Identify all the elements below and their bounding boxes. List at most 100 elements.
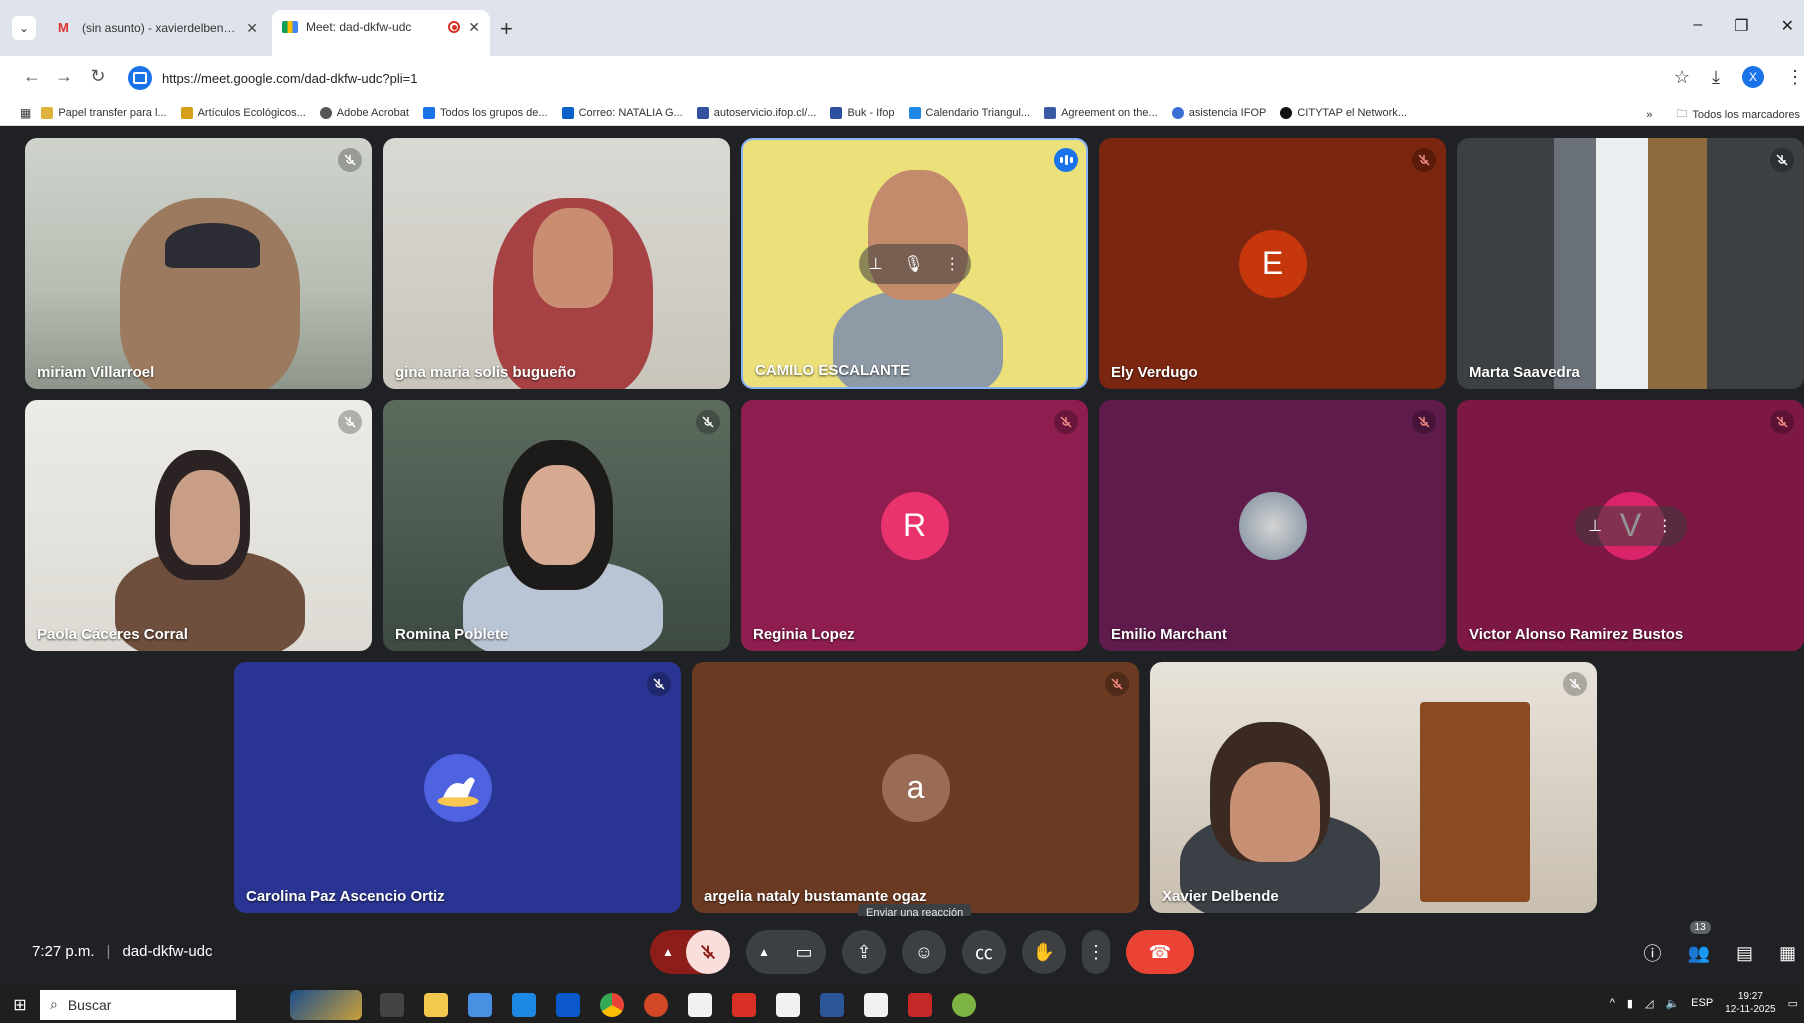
participant-tile[interactable]: Paola Cáceres Corral <box>25 400 372 651</box>
menu-dots-icon[interactable]: ⋮ <box>1786 67 1804 88</box>
participant-tile[interactable]: Emilio Marchant <box>1099 400 1446 651</box>
document-icon[interactable] <box>688 992 712 1017</box>
tab-gmail[interactable]: M (sin asunto) - xavierdelbende@ ✕ <box>48 12 268 44</box>
volume-icon[interactable]: 🔈 <box>1665 997 1679 1010</box>
forward-icon[interactable]: → <box>52 66 76 87</box>
document-icon[interactable] <box>864 992 888 1017</box>
bookmark[interactable]: Calendario Triangul... <box>908 106 1030 119</box>
speaking-indicator-icon <box>1054 148 1078 172</box>
participant-tile[interactable]: Carolina Paz Ascencio Ortiz <box>234 662 681 913</box>
bookmark[interactable]: Papel transfer para l... <box>41 106 167 119</box>
side-panel-controls: ⓘ 13 👥 ▤ ▦ <box>1644 920 1796 966</box>
participant-name: CAMILO ESCALANTE <box>755 362 910 379</box>
participant-tile[interactable]: V ⊥ ⋮ Victor Alonso Ramirez Bustos <box>1457 400 1804 651</box>
usb-icon[interactable]: ▮ <box>1627 997 1633 1010</box>
participant-name: Paola Cáceres Corral <box>37 626 188 643</box>
file-explorer-icon[interactable] <box>424 992 448 1017</box>
leave-call-button[interactable]: ☎ <box>1126 930 1194 974</box>
bookmark[interactable]: CITYTAP el Network... <box>1280 106 1407 119</box>
reload-icon[interactable]: ↻ <box>86 66 110 87</box>
raise-hand-button[interactable]: ✋ <box>1022 930 1066 974</box>
participant-tile[interactable]: miriam Villarroel <box>25 138 372 389</box>
bookmark-favicon-icon <box>1044 106 1057 119</box>
more-options-icon[interactable]: ⋮ <box>1657 516 1673 536</box>
participant-tile-active-speaker[interactable]: ⊥ 🎙 ⋮ CAMILO ESCALANTE <box>741 138 1088 389</box>
participant-tile[interactable]: a argelia nataly bustamante ogaz <box>692 662 1139 913</box>
close-window-icon[interactable]: ✕ <box>1781 16 1794 36</box>
chat-icon[interactable]: ▤ <box>1736 943 1753 964</box>
close-tab-icon[interactable]: ✕ <box>246 20 258 37</box>
bookmark[interactable]: autoservicio.ifop.cl/... <box>696 106 816 119</box>
network-icon[interactable]: ◿ <box>1645 997 1653 1010</box>
bookmark[interactable]: Todos los grupos de... <box>422 106 548 119</box>
mcafee-icon[interactable] <box>908 992 932 1017</box>
windows-start-icon[interactable]: ⊞ <box>0 995 40 1015</box>
activities-icon[interactable]: ▦ <box>1779 943 1796 964</box>
mail-icon[interactable] <box>512 992 536 1017</box>
participant-name: Carolina Paz Ascencio Ortiz <box>246 888 445 905</box>
notifications-icon[interactable]: ▭ <box>1788 997 1798 1010</box>
back-icon[interactable]: ← <box>20 66 44 87</box>
store-icon[interactable] <box>468 992 492 1017</box>
mic-icon[interactable]: 🎙 <box>903 254 923 274</box>
participant-name: miriam Villarroel <box>37 364 155 381</box>
bookmark-star-icon[interactable]: ☆ <box>1674 67 1690 88</box>
powerpoint-icon[interactable] <box>644 992 668 1017</box>
tab-meet[interactable]: Meet: dad-dkfw-udc ✕ <box>272 10 490 56</box>
word-icon[interactable] <box>820 992 844 1017</box>
download-icon[interactable]: ⤓ <box>1712 67 1720 88</box>
mic-options-chevron-icon[interactable]: ▲ <box>650 945 686 959</box>
restore-icon[interactable]: ❐ <box>1734 16 1748 36</box>
muted-mic-icon <box>1054 410 1078 434</box>
apps-grid-icon[interactable]: ▦ <box>20 106 31 120</box>
acrobat-icon[interactable] <box>732 992 756 1017</box>
camera-button[interactable]: ▭ <box>782 930 826 974</box>
address-bar[interactable]: https://meet.google.com/dad-dkfw-udc?pli… <box>124 60 1654 96</box>
profile-avatar[interactable]: X <box>1742 66 1764 88</box>
language-indicator[interactable]: ESP <box>1691 997 1713 1009</box>
muted-mic-icon <box>1412 410 1436 434</box>
outlook-icon[interactable] <box>556 992 580 1017</box>
more-options-button[interactable]: ⋮ <box>1082 930 1110 974</box>
bookmark[interactable]: Agreement on the... <box>1044 106 1158 119</box>
all-bookmarks-folder[interactable]: 🗀 Todos los marcadores <box>1676 105 1800 124</box>
taskbar-clock[interactable]: 19:27 12-11-2025 <box>1725 990 1775 1016</box>
meeting-details-icon[interactable]: ⓘ <box>1644 940 1662 966</box>
participant-tile[interactable]: E Ely Verdugo <box>1099 138 1446 389</box>
camera-options-chevron-icon[interactable]: ▲ <box>746 945 782 959</box>
participant-tile[interactable]: R Reginia Lopez <box>741 400 1088 651</box>
minimize-icon[interactable]: – <box>1693 16 1702 36</box>
document-icon[interactable] <box>776 992 800 1017</box>
bookmark[interactable]: Adobe Acrobat <box>319 106 409 119</box>
present-screen-button[interactable]: ⇪ <box>842 930 886 974</box>
captions-button[interactable]: ㏄ <box>962 930 1006 974</box>
people-button[interactable]: 13 👥 <box>1688 920 1711 964</box>
participant-tile[interactable]: Xavier Delbende <box>1150 662 1597 913</box>
pin-icon[interactable]: ⊥ <box>869 254 883 274</box>
site-info-icon[interactable] <box>128 66 152 90</box>
windows-taskbar: ⊞ ⌕ Buscar ^ ▮ ◿ 🔈 ESP 19:27 12-11-2025 … <box>0 986 1804 1023</box>
bookmarks-overflow-button[interactable]: » <box>1646 109 1652 121</box>
tray-chevron-icon[interactable]: ^ <box>1610 997 1615 1009</box>
participant-tile[interactable]: Marta Saavedra <box>1457 138 1804 389</box>
taskbar-search[interactable]: ⌕ Buscar <box>40 989 236 1020</box>
chrome-icon[interactable] <box>600 992 624 1017</box>
meet-icon <box>282 21 298 33</box>
paint-icon[interactable] <box>952 992 976 1017</box>
more-options-icon[interactable]: ⋮ <box>944 254 960 274</box>
bookmark-favicon-icon <box>830 106 843 119</box>
close-tab-icon[interactable]: ✕ <box>468 19 480 36</box>
reactions-button[interactable]: ☺ <box>902 930 946 974</box>
participant-tile[interactable]: gina maria solis bugueño <box>383 138 730 389</box>
pin-icon[interactable]: ⊥ <box>1588 516 1602 536</box>
bookmark[interactable]: Artículos Ecológicos... <box>180 106 306 119</box>
task-view-icon[interactable] <box>380 992 404 1017</box>
bookmark[interactable]: Buk - Ifop <box>830 106 895 119</box>
bookmark[interactable]: Correo: NATALIA G... <box>561 106 683 119</box>
participant-tile[interactable]: Romina Poblete <box>383 400 730 651</box>
mic-off-button[interactable] <box>686 930 730 974</box>
search-highlight-widget[interactable] <box>290 989 362 1020</box>
bookmark[interactable]: asistencia IFOP <box>1171 106 1266 119</box>
tab-search-chevron-icon[interactable]: ⌄ <box>12 16 36 40</box>
new-tab-button[interactable]: + <box>500 16 513 42</box>
